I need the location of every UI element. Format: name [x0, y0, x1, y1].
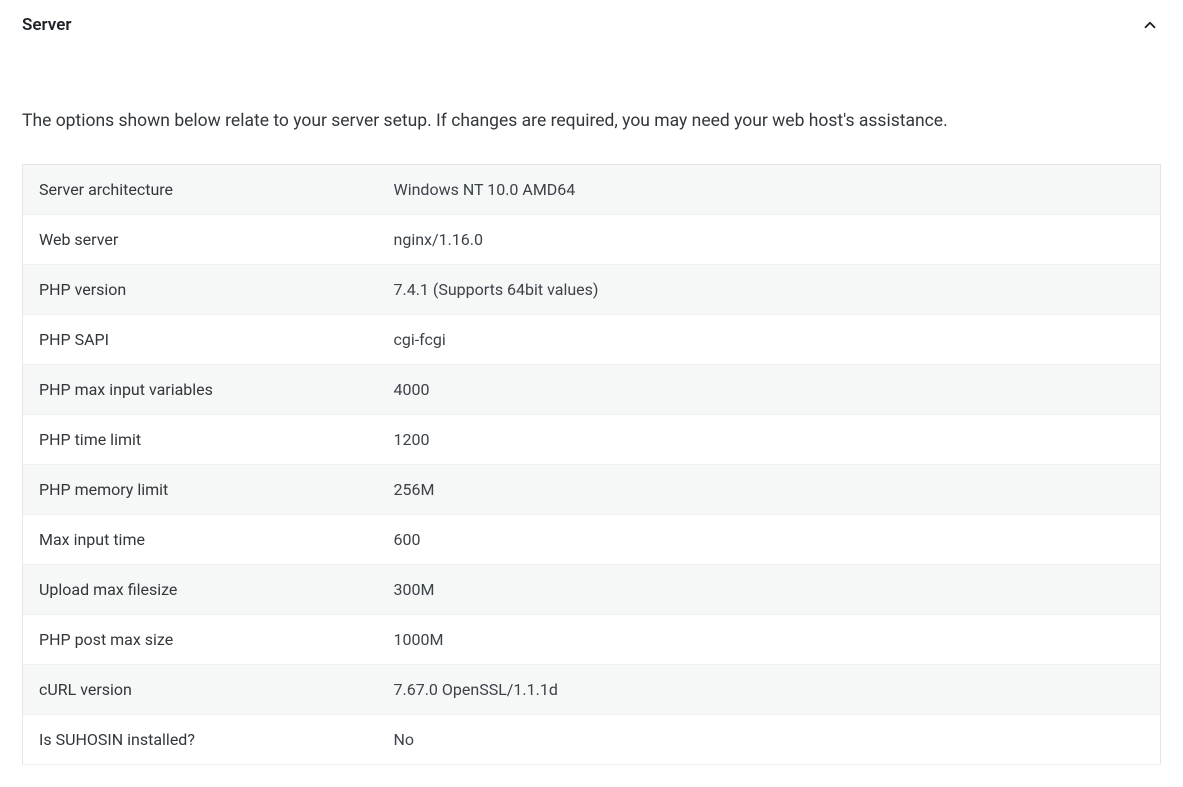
panel-title: Server: [22, 15, 71, 35]
table-row: Is SUHOSIN installed?No: [23, 715, 1161, 765]
row-value: cgi-fcgi: [378, 315, 1161, 365]
row-label: Is SUHOSIN installed?: [23, 715, 378, 765]
chevron-up-icon[interactable]: [1139, 14, 1161, 36]
row-label: PHP post max size: [23, 615, 378, 665]
table-row: Web servernginx/1.16.0: [23, 215, 1161, 265]
table-row: PHP version7.4.1 (Supports 64bit values): [23, 265, 1161, 315]
table-row: PHP post max size1000M: [23, 615, 1161, 665]
row-label: Upload max filesize: [23, 565, 378, 615]
row-value: 256M: [378, 465, 1161, 515]
panel-header[interactable]: Server: [22, 14, 1161, 36]
row-label: PHP memory limit: [23, 465, 378, 515]
row-label: PHP time limit: [23, 415, 378, 465]
table-row: Max input time600: [23, 515, 1161, 565]
table-row: Server architectureWindows NT 10.0 AMD64: [23, 165, 1161, 215]
row-label: Server architecture: [23, 165, 378, 215]
row-value: 600: [378, 515, 1161, 565]
server-info-table: Server architectureWindows NT 10.0 AMD64…: [22, 164, 1161, 765]
table-row: PHP max input variables4000: [23, 365, 1161, 415]
row-label: PHP max input variables: [23, 365, 378, 415]
row-value: nginx/1.16.0: [378, 215, 1161, 265]
row-value: 300M: [378, 565, 1161, 615]
table-row: cURL version7.67.0 OpenSSL/1.1.1d: [23, 665, 1161, 715]
table-row: Upload max filesize300M: [23, 565, 1161, 615]
row-label: Web server: [23, 215, 378, 265]
row-value: 1000M: [378, 615, 1161, 665]
row-value: 4000: [378, 365, 1161, 415]
row-value: 7.4.1 (Supports 64bit values): [378, 265, 1161, 315]
row-value: 1200: [378, 415, 1161, 465]
table-row: PHP SAPIcgi-fcgi: [23, 315, 1161, 365]
row-value: 7.67.0 OpenSSL/1.1.1d: [378, 665, 1161, 715]
server-info-tbody: Server architectureWindows NT 10.0 AMD64…: [23, 165, 1161, 765]
row-label: PHP SAPI: [23, 315, 378, 365]
table-row: PHP memory limit256M: [23, 465, 1161, 515]
row-value: No: [378, 715, 1161, 765]
table-row: PHP time limit1200: [23, 415, 1161, 465]
row-label: PHP version: [23, 265, 378, 315]
row-label: cURL version: [23, 665, 378, 715]
panel-description: The options shown below relate to your s…: [22, 108, 1161, 134]
row-label: Max input time: [23, 515, 378, 565]
row-value: Windows NT 10.0 AMD64: [378, 165, 1161, 215]
